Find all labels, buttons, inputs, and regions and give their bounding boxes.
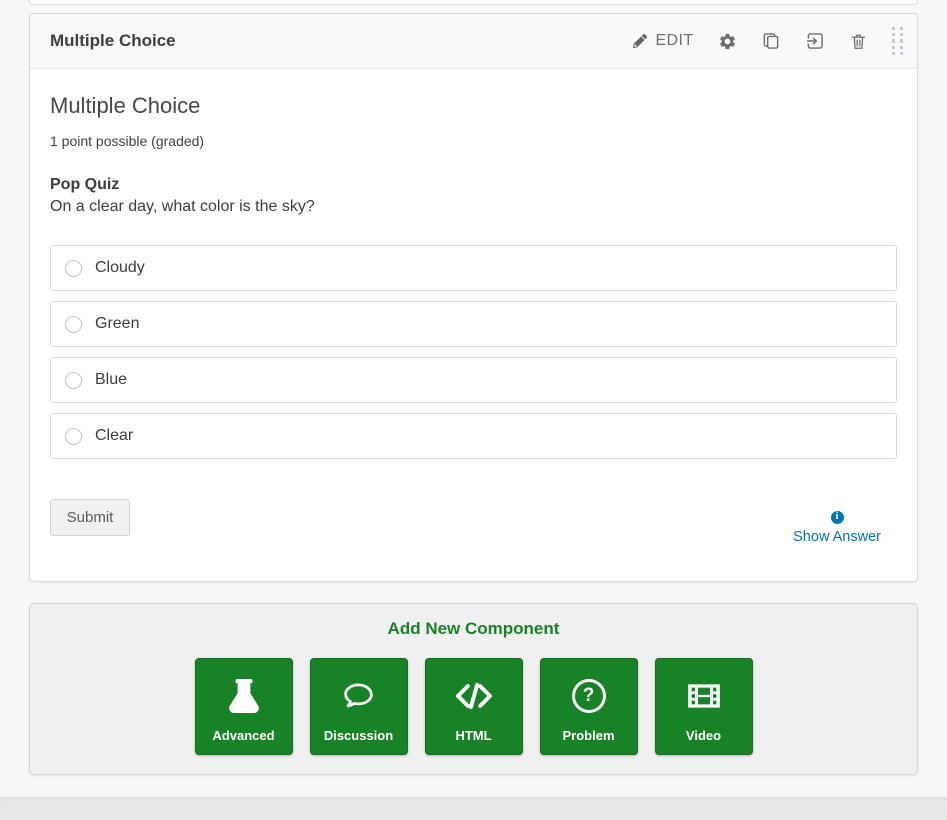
choice-label: Cloudy <box>95 259 145 277</box>
move-button[interactable] <box>793 25 837 57</box>
add-component-title: Add New Component <box>30 619 917 639</box>
drag-handle-icon[interactable] <box>890 23 906 60</box>
move-icon <box>805 31 825 51</box>
radio-button[interactable] <box>65 372 82 389</box>
duplicate-button[interactable] <box>749 25 793 57</box>
radio-button[interactable] <box>65 316 82 333</box>
add-button-label: Problem <box>562 728 614 743</box>
choice-option-blue[interactable]: Blue <box>50 357 897 403</box>
points-possible-text: 1 point possible (graded) <box>50 133 897 149</box>
add-button-label: HTML <box>455 728 491 743</box>
edit-button[interactable]: EDIT <box>621 26 705 56</box>
pencil-icon <box>633 34 647 48</box>
choice-option-clear[interactable]: Clear <box>50 413 897 459</box>
add-video-button[interactable]: Video <box>655 658 753 755</box>
problem-actions-row: Submit Show Answer <box>50 499 897 569</box>
flask-icon <box>229 674 259 717</box>
delete-button[interactable] <box>837 26 880 57</box>
add-new-component-panel: Add New Component Advanced Discussion HT… <box>29 603 918 775</box>
trash-icon <box>849 32 868 51</box>
add-discussion-button[interactable]: Discussion <box>310 658 408 755</box>
component-title: Multiple Choice <box>50 31 621 51</box>
add-button-label: Video <box>686 728 721 743</box>
add-button-label: Discussion <box>324 728 393 743</box>
component-actions: EDIT <box>621 23 905 60</box>
add-button-label: Advanced <box>212 728 274 743</box>
film-icon <box>684 674 724 717</box>
previous-component-edge <box>29 0 918 5</box>
speech-bubble-icon <box>340 674 377 717</box>
gear-icon <box>718 32 737 51</box>
show-answer-block: Show Answer <box>793 506 881 545</box>
settings-button[interactable] <box>706 26 749 57</box>
add-problem-button[interactable]: Problem <box>540 658 638 755</box>
choice-label: Clear <box>95 427 133 445</box>
question-title: Pop Quiz <box>50 176 897 194</box>
problem-heading: Multiple Choice <box>50 93 897 119</box>
choice-label: Green <box>95 315 139 333</box>
duplicate-icon <box>761 31 781 51</box>
question-text: On a clear day, what color is the sky? <box>50 198 897 216</box>
edit-button-label: EDIT <box>655 32 693 50</box>
show-answer-link[interactable]: Show Answer <box>793 529 881 545</box>
code-icon <box>453 674 495 717</box>
choice-option-green[interactable]: Green <box>50 301 897 347</box>
add-advanced-button[interactable]: Advanced <box>195 658 293 755</box>
question-circle-icon <box>572 674 606 717</box>
submit-button[interactable]: Submit <box>50 499 130 536</box>
multiple-choice-component: Multiple Choice EDIT <box>29 13 918 582</box>
choice-option-cloudy[interactable]: Cloudy <box>50 245 897 291</box>
radio-button[interactable] <box>65 260 82 277</box>
radio-button[interactable] <box>65 428 82 445</box>
choice-label: Blue <box>95 371 127 389</box>
info-icon <box>831 511 844 524</box>
page-footer-bar <box>0 797 947 820</box>
choice-group: Cloudy Green Blue Clear <box>50 245 897 459</box>
component-header: Multiple Choice EDIT <box>30 14 917 69</box>
add-html-button[interactable]: HTML <box>425 658 523 755</box>
add-component-buttons: Advanced Discussion HTML Problem Video <box>30 658 917 755</box>
problem-body: Multiple Choice 1 point possible (graded… <box>30 69 917 569</box>
